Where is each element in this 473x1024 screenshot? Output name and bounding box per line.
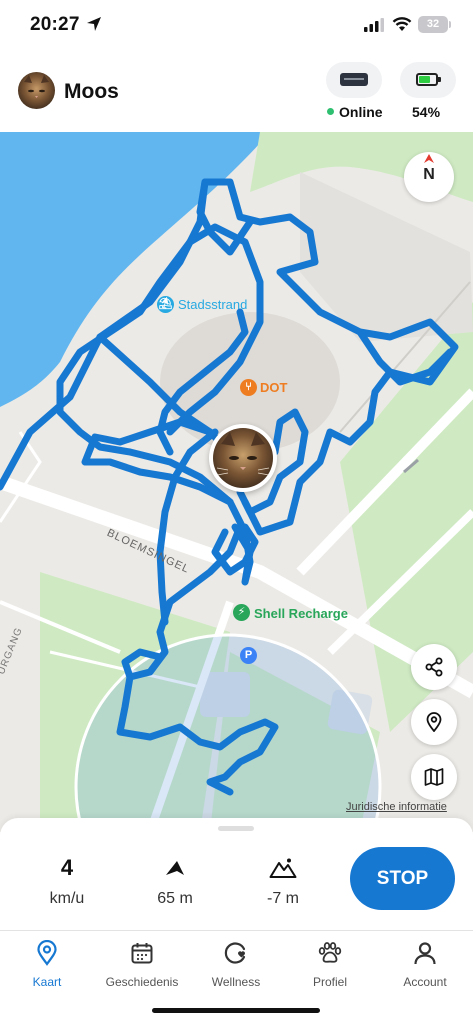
tab-profiel[interactable]: Profiel [283,939,377,989]
tracker-status-button[interactable] [326,62,382,98]
location-arrow-icon [87,17,101,31]
calendar-icon [131,943,153,964]
status-battery-level: 32 [426,18,440,30]
tab-kaart[interactable]: Kaart [0,939,94,989]
elevation-stat: -7 m [243,854,323,908]
tab-label: Wellness [211,975,261,989]
compass-button[interactable]: N [404,152,454,202]
tab-wellness[interactable]: Wellness [189,939,283,989]
charger-poi-icon[interactable]: ⚡ [233,604,250,621]
stop-tracking-button[interactable]: STOP [350,847,455,910]
locate-pet-button[interactable] [411,699,457,745]
location-pin-icon [426,712,442,732]
tab-label: Geschiedenis [105,975,179,989]
speed-value: 4 [60,855,74,880]
distance-value: 65 m [157,890,193,907]
share-icon [425,657,443,677]
status-time: 20:27 [30,14,80,35]
beach-poi-icon[interactable]: ⛱ [157,296,174,313]
elevation-value: -7 m [267,890,299,907]
tracker-battery-button[interactable] [400,62,456,98]
parking-icon[interactable]: P [240,647,257,664]
battery-level-icon [416,73,441,86]
tab-label: Kaart [32,975,62,989]
connection-status-label: Online [339,104,383,120]
legal-info-link[interactable]: Juridische informatie [346,801,447,813]
cellular-signal-icon [364,18,384,32]
map-layers-button[interactable] [411,754,457,800]
online-dot-icon [327,108,334,115]
restaurant-poi-icon[interactable]: ⑂ [240,379,257,396]
speed-stat: 4 km/u [27,854,107,908]
wellness-icon [224,942,246,964]
status-bar: 20:27 32 [0,0,473,52]
tab-geschiedenis[interactable]: Geschiedenis [95,939,189,989]
connection-status: Online [327,104,383,120]
tab-label: Profiel [312,975,347,989]
map-view[interactable]: N ⛱ Stadsstrand ⑂ DOT ⚡ Shell Recharge P… [0,132,473,832]
battery-icon: 32 [418,16,451,33]
tab-label: Account [403,975,447,989]
wifi-icon [392,17,412,31]
person-icon [414,942,436,965]
share-button[interactable] [411,644,457,690]
distance-stat: 65 m [135,854,215,908]
tracker-device-icon [340,73,368,86]
live-tracking-sheet: 4 km/u 65 m -7 m STOP [0,818,473,930]
pet-header: Moos Online 54% [0,52,473,132]
sheet-drag-handle[interactable] [218,826,254,831]
home-indicator[interactable] [152,1008,320,1013]
mountain-icon [269,858,297,878]
charger-label: Shell Recharge [254,606,348,621]
pet-avatar[interactable] [18,72,55,109]
battery-percentage: 54% [412,104,441,120]
distance-icon [166,861,184,875]
pet-name: Moos [64,80,119,103]
folded-map-icon [424,768,444,786]
map-pin-icon [37,940,57,966]
app-screen: 20:27 32 Moos Online 54% N ⛱ Stadsstrand… [0,0,473,1024]
paw-icon [318,942,342,963]
beach-label: Stadsstrand [178,297,248,312]
pet-location-marker[interactable] [209,424,277,492]
compass-north-label: N [423,166,435,183]
restaurant-label: DOT [260,380,288,395]
compass-arrow-icon [424,154,434,163]
speed-unit: km/u [49,890,85,907]
tab-account[interactable]: Account [378,939,472,989]
